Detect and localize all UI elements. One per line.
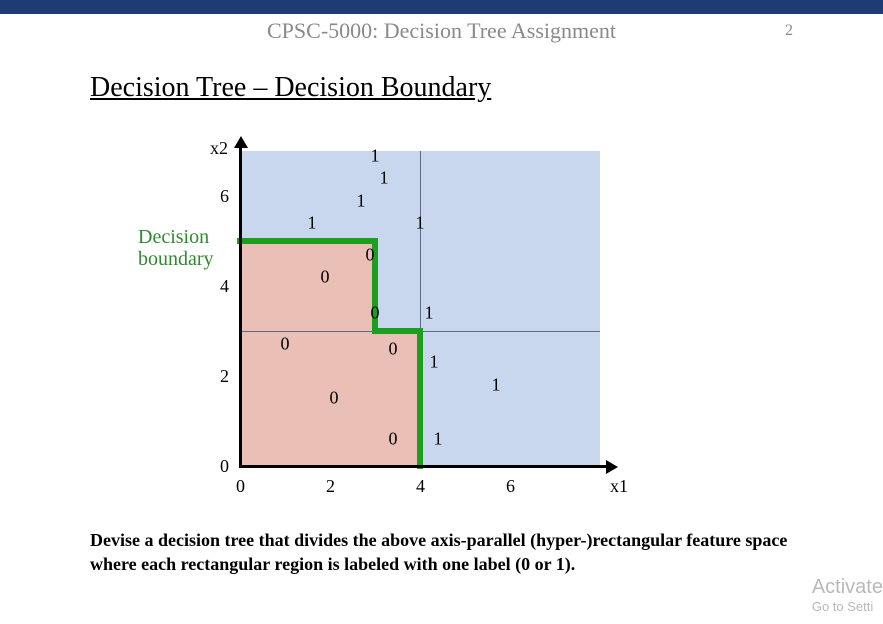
header-title: CPSC-5000: Decision Tree Assignment <box>0 14 883 44</box>
ytick-4: 4 <box>220 276 229 297</box>
point-1-i: 1 <box>492 375 501 396</box>
point-1-h: 1 <box>434 429 443 450</box>
boundary-seg-4 <box>417 328 423 469</box>
point-1-b: 1 <box>357 191 366 212</box>
point-0-a: 0 <box>281 334 290 355</box>
page-number: 2 <box>785 22 793 40</box>
section-title: Decision Tree – Decision Boundary <box>90 72 793 104</box>
slide-header: CPSC-5000: Decision Tree Assignment 2 <box>0 14 883 54</box>
point-0-f: 0 <box>389 339 398 360</box>
y-axis-label: x2 <box>210 138 228 159</box>
ytick-2: 2 <box>220 366 229 387</box>
x-axis-arrow-icon <box>606 460 618 474</box>
y-axis-arrow-icon <box>234 136 248 148</box>
window-top-bar <box>0 0 883 14</box>
point-1-d: 1 <box>380 168 389 189</box>
x-axis-label: x1 <box>610 476 628 497</box>
point-1-f: 1 <box>425 303 434 324</box>
y-axis <box>239 144 242 468</box>
xtick-0: 0 <box>236 476 245 497</box>
boundary-seg-3 <box>372 328 423 334</box>
watermark-line2: Go to Setti <box>812 599 883 614</box>
x-axis <box>239 465 609 468</box>
slide-content: Decision Tree – Decision Boundary x2 x1 … <box>0 54 883 577</box>
ytick-6: 6 <box>220 186 229 207</box>
legend-line2: boundary <box>138 248 214 270</box>
point-0-e: 0 <box>371 303 380 324</box>
watermark-line1: Activate <box>812 576 883 599</box>
region-class0-upper <box>240 241 375 331</box>
point-0-g: 0 <box>389 429 398 450</box>
xtick-6: 6 <box>506 476 515 497</box>
point-1-c: 1 <box>371 146 380 167</box>
point-0-b: 0 <box>321 267 330 288</box>
point-0-c: 0 <box>330 388 339 409</box>
xtick-4: 4 <box>416 476 425 497</box>
point-1-e: 1 <box>416 213 425 234</box>
boundary-seg-1 <box>237 238 378 244</box>
windows-activation-watermark: Activate Go to Setti <box>812 576 883 614</box>
point-1-a: 1 <box>308 213 317 234</box>
point-1-g: 1 <box>430 352 439 373</box>
point-0-d: 0 <box>366 245 375 266</box>
legend-line1: Decision <box>138 226 209 248</box>
ytick-0: 0 <box>220 456 229 477</box>
decision-boundary-chart: x2 x1 0 2 4 6 0 2 4 6 Decision boundary … <box>120 116 640 516</box>
decision-boundary-label: Decision boundary <box>138 226 214 270</box>
xtick-2: 2 <box>326 476 335 497</box>
assignment-prompt: Devise a decision tree that divides the … <box>90 528 793 577</box>
